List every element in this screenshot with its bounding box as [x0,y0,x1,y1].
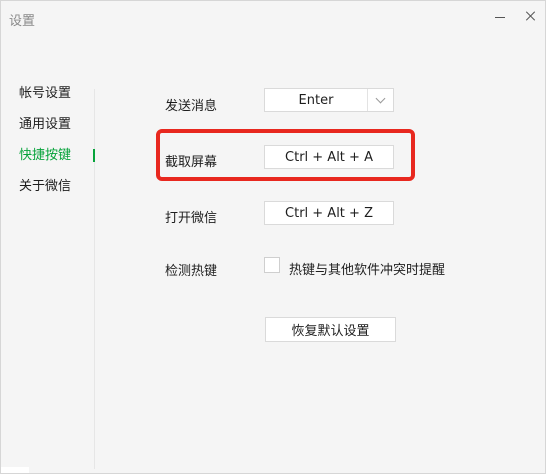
hotkey-conflict-checkbox[interactable] [264,257,280,273]
screenshot-highlight-frame [156,129,415,181]
settings-window: 设置 帐号设置 通用设置 快捷按键 关于微信 发送消息 Enter 截取屏幕 C… [0,0,546,474]
send-message-value: Enter [298,92,334,108]
sidebar-divider [94,89,95,469]
sidebar-item-general[interactable]: 通用设置 [19,117,71,148]
settings-sidebar: 帐号设置 通用设置 快捷按键 关于微信 [19,86,71,210]
close-button[interactable] [519,7,541,25]
hotkey-conflict-checkbox-label[interactable]: 热键与其他软件冲突时提醒 [289,259,445,278]
send-message-label: 发送消息 [165,99,218,114]
sidebar-item-about[interactable]: 关于微信 [19,179,71,210]
minimize-button[interactable] [489,7,511,25]
close-icon [525,11,535,21]
reset-defaults-button[interactable]: 恢复默认设置 [265,317,396,342]
sidebar-item-account[interactable]: 帐号设置 [19,86,71,117]
background-fragment [1,467,29,473]
sidebar-active-indicator [93,149,95,162]
detect-hotkey-label: 检测热键 [165,264,218,279]
chevron-down-icon [375,93,386,103]
minimize-icon [495,16,505,18]
sidebar-item-shortcuts[interactable]: 快捷按键 [19,148,71,179]
window-title: 设置 [9,14,36,29]
open-wechat-hotkey-field[interactable]: Ctrl + Alt + Z [264,201,394,225]
dropdown-arrow-button[interactable] [368,93,393,103]
send-message-select[interactable]: Enter [264,88,394,112]
open-wechat-label: 打开微信 [165,211,218,226]
